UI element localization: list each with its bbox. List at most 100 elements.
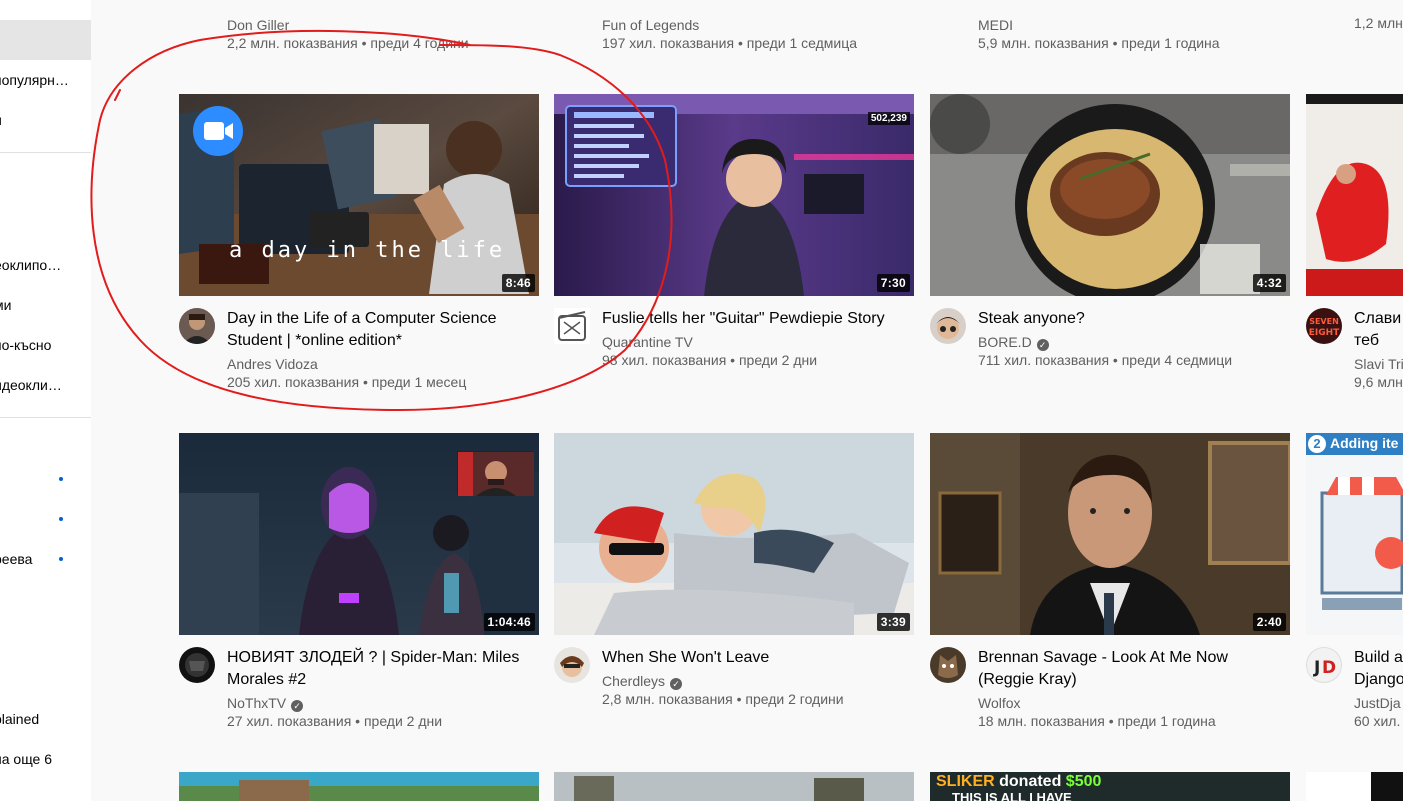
video-meta: 1,2 млн: [1354, 15, 1403, 31]
donation-message: THIS IS ALL I HAVE: [952, 790, 1072, 801]
video-duration: 7:30: [876, 274, 910, 292]
channel-avatar[interactable]: [179, 308, 215, 344]
video-thumbnail[interactable]: [179, 772, 539, 801]
thumbnail-image: [554, 433, 914, 635]
video-thumbnail[interactable]: a day in the life 8:46: [179, 94, 539, 296]
video-title[interactable]: Brennan Savage - Look At Me Now (Reggie …: [978, 647, 1278, 691]
svg-text:EIGHT: EIGHT: [1309, 328, 1340, 338]
video-meta: 205 хил. показвания • преди 1 месец: [227, 374, 467, 390]
sidebar-item-subscription-4[interactable]: plained: [0, 701, 91, 737]
channel-avatar[interactable]: JD: [1306, 647, 1342, 683]
video-card[interactable]: 4:32 Steak anyone? BORE.D ✓ 711 хил. пока…: [930, 94, 1290, 394]
video-card[interactable]: MEDI 5,9 млн. показвания • преди 1 годин…: [930, 0, 1290, 60]
video-title[interactable]: Слави теб: [1354, 308, 1403, 352]
channel-name[interactable]: Quarantine TV: [602, 333, 693, 351]
video-meta: 711 хил. показвания • преди 4 седмици: [978, 352, 1233, 368]
video-meta: 2,8 млн. показвания • преди 2 години: [602, 691, 844, 707]
video-thumbnail[interactable]: [1306, 772, 1403, 801]
thumbnail-image: [179, 772, 539, 801]
donation-overlay-text: SLIKER donated $500: [936, 773, 1102, 790]
video-thumbnail[interactable]: 1:04:46: [179, 433, 539, 635]
video-meta: 60 хил.: [1354, 713, 1401, 729]
channel-avatar[interactable]: [930, 647, 966, 683]
viewer-count: 502,239: [867, 112, 910, 125]
video-title[interactable]: Fuslie tells her "Guitar" Pewdiepie Stor…: [602, 308, 902, 330]
video-card[interactable]: 502,239 7:30 Fuslie tells her "Guitar" P…: [554, 94, 914, 394]
video-title[interactable]: When She Won't Leave: [602, 647, 902, 669]
sidebar-show-more[interactable]: на още 6: [0, 741, 91, 777]
sidebar: популярн… и еоклипо… ми по-късно идеокли…: [0, 0, 91, 801]
svg-text:D: D: [1322, 658, 1336, 678]
channel-name[interactable]: NoThxTV ✓: [227, 694, 304, 712]
video-card[interactable]: 1:04:46 НОВИЯТ ЗЛОДЕЙ ? | Spider-Man: Mi…: [179, 433, 539, 733]
sidebar-item-subscription-3[interactable]: реева: [0, 541, 91, 577]
video-card[interactable]: a day in the life 8:46 Day in the Life o…: [179, 94, 539, 394]
new-content-dot: [59, 557, 63, 561]
sidebar-item-liked-videos[interactable]: идеокли…: [0, 367, 91, 403]
sidebar-item-your-videos[interactable]: еоклипо…: [0, 247, 91, 283]
video-card[interactable]: [1306, 772, 1403, 801]
video-card[interactable]: [179, 772, 539, 801]
video-thumbnail[interactable]: SLIKER donated $500 THIS IS ALL I HAVE: [930, 772, 1290, 801]
channel-name[interactable]: JustDja: [1354, 694, 1401, 712]
channel-avatar[interactable]: [554, 647, 590, 683]
thumbnail-image: [554, 772, 914, 801]
video-meta: 2,2 млн. показвания • преди 4 години: [227, 35, 469, 51]
channel-name[interactable]: Slavi Tri: [1354, 355, 1403, 373]
channel-name[interactable]: Cherdleys ✓: [602, 672, 683, 690]
video-title[interactable]: Build a Django: [1354, 647, 1403, 691]
thumbnail-image: [1306, 772, 1371, 801]
video-camera-icon: [193, 106, 243, 156]
video-meta: 18 млн. показвания • преди 1 година: [978, 713, 1216, 729]
thumbnail-overlay-text: Adding ite: [1330, 435, 1399, 451]
video-meta: 5,9 млн. показвания • преди 1 година: [978, 35, 1220, 51]
video-card[interactable]: SEVEN EIGHT Слави теб Slavi Tri 9,6 млн: [1306, 94, 1403, 394]
thumbnail-image: [930, 94, 1290, 296]
channel-avatar[interactable]: [554, 308, 590, 344]
thumbnail-image: [554, 94, 914, 296]
channel-avatar[interactable]: [930, 308, 966, 344]
sidebar-item-movies[interactable]: ми: [0, 287, 91, 323]
video-duration: 3:39: [876, 613, 910, 631]
video-thumbnail[interactable]: 502,239 7:30: [554, 94, 914, 296]
video-card[interactable]: Don Giller 2,2 млн. показвания • преди 4…: [179, 0, 539, 60]
video-thumbnail[interactable]: 3:39: [554, 433, 914, 635]
channel-name[interactable]: Andres Vidoza: [227, 355, 318, 373]
video-title[interactable]: Day in the Life of a Computer Science St…: [227, 308, 527, 352]
video-card[interactable]: 2 Adding ite JD Build a Django JustDja 6…: [1306, 433, 1403, 733]
channel-avatar[interactable]: SEVEN EIGHT: [1306, 308, 1342, 344]
video-card[interactable]: [554, 772, 914, 801]
sidebar-item-subscriptions[interactable]: и: [0, 102, 91, 138]
sidebar-item-home[interactable]: [0, 20, 91, 60]
video-card[interactable]: 1,2 млн: [1306, 0, 1403, 60]
channel-name[interactable]: Don Giller: [227, 16, 289, 34]
sidebar-item-subscription-2[interactable]: [0, 501, 91, 537]
video-card[interactable]: 3:39 When She Won't Leave Cherdleys ✓ 2,8…: [554, 433, 914, 733]
thumbnail-overlay-text: a day in the life: [229, 238, 506, 263]
video-meta: 9,6 млн: [1354, 374, 1403, 390]
video-card[interactable]: Fun of Legends 197 хил. показвания • пре…: [554, 0, 914, 60]
channel-name[interactable]: BORE.D ✓: [978, 333, 1049, 351]
video-thumbnail[interactable]: 2:40: [930, 433, 1290, 635]
check-icon: ✓: [291, 700, 304, 712]
video-duration: 1:04:46: [483, 613, 535, 631]
sidebar-item-trending[interactable]: популярн…: [0, 62, 91, 98]
video-thumbnail[interactable]: 4:32: [930, 94, 1290, 296]
channel-name[interactable]: Wolfox: [978, 694, 1021, 712]
video-title[interactable]: Steak anyone?: [978, 308, 1278, 330]
channel-avatar[interactable]: [179, 647, 215, 683]
video-thumbnail[interactable]: 2 Adding ite: [1306, 433, 1403, 635]
sidebar-item-subscription-1[interactable]: [0, 461, 91, 497]
video-card[interactable]: 2:40 Brennan Savage - Look At Me Now (Re…: [930, 433, 1290, 733]
video-thumbnail[interactable]: [554, 772, 914, 801]
video-title[interactable]: НОВИЯТ ЗЛОДЕЙ ? | Spider-Man: Miles Mora…: [227, 647, 527, 691]
thumbnail-image: [930, 433, 1290, 635]
video-thumbnail[interactable]: [1306, 94, 1403, 296]
channel-name[interactable]: MEDI: [978, 16, 1013, 34]
channel-name[interactable]: Fun of Legends: [602, 16, 699, 34]
video-meta: 27 хил. показвания • преди 2 дни: [227, 713, 443, 729]
sidebar-item-watch-later[interactable]: по-късно: [0, 327, 91, 363]
video-duration: 2:40: [1252, 613, 1286, 631]
video-card[interactable]: SLIKER donated $500 THIS IS ALL I HAVE: [930, 772, 1290, 801]
new-content-dot: [59, 477, 63, 481]
